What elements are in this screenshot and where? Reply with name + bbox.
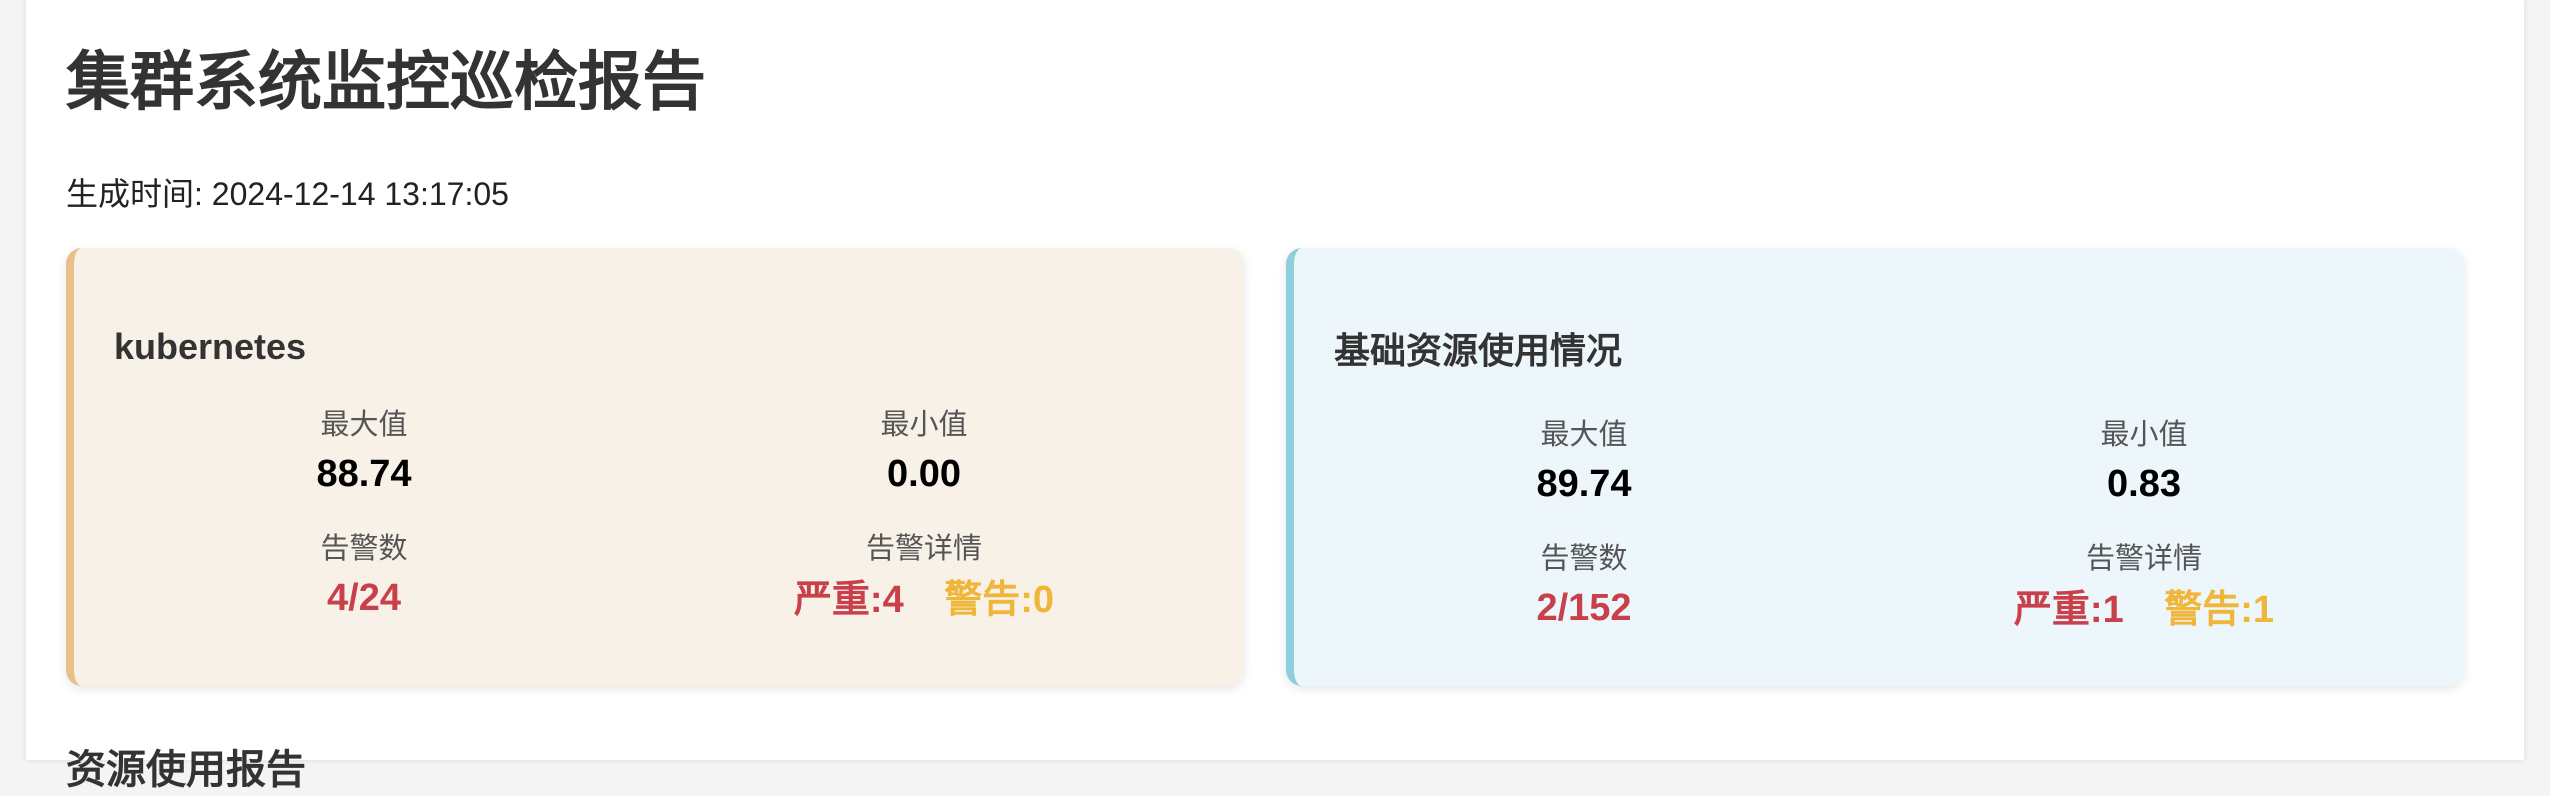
generated-time: 生成时间: 2024-12-14 13:17:05 xyxy=(66,172,509,216)
min-value: 0.83 xyxy=(2107,463,2181,505)
report-page: 集群系统监控巡检报告 生成时间: 2024-12-14 13:17:05 kub… xyxy=(26,0,2524,792)
page-title: 集群系统监控巡检报告 xyxy=(66,46,706,118)
card-title: 基础资源使用情况 xyxy=(1334,330,1623,371)
max-value-stat: 最大值 89.74 xyxy=(1304,416,1864,508)
warning-count: 警告:0 xyxy=(944,579,1055,621)
card-title: kubernetes xyxy=(114,326,307,367)
section-title: 资源使用报告 xyxy=(66,748,306,792)
alert-count-stat: 告警数 2/152 xyxy=(1304,540,1864,632)
min-value: 0.00 xyxy=(887,453,961,495)
max-value: 88.74 xyxy=(316,453,412,495)
min-value-label: 最小值 xyxy=(2100,419,2188,451)
min-value-label: 最小值 xyxy=(880,409,968,441)
max-value-label: 最大值 xyxy=(320,409,408,441)
alert-detail-label: 告警详情 xyxy=(865,533,982,565)
min-value-stat: 最小值 0.00 xyxy=(644,406,1204,498)
alert-detail-values: 严重:1 警告:1 xyxy=(1864,586,2424,634)
warning-count: 警告:1 xyxy=(2164,589,2275,631)
base-resources-summary-card: 基础资源使用情况 最大值 89.74 最小值 0.83 告警数 2/152 告警… xyxy=(1286,248,2464,686)
alert-detail-stat: 告警详情 严重:1 警告:1 xyxy=(1864,540,2424,634)
generated-time-label: 生成时间: xyxy=(66,176,203,212)
alert-count-stat: 告警数 4/24 xyxy=(84,530,644,622)
alert-count-label: 告警数 xyxy=(1540,543,1628,575)
max-value: 89.74 xyxy=(1536,463,1632,505)
kubernetes-summary-card: kubernetes 最大值 88.74 最小值 0.00 告警数 4/24 告… xyxy=(66,248,1244,686)
critical-count: 严重:4 xyxy=(793,579,904,621)
alert-detail-values: 严重:4 警告:0 xyxy=(644,576,1204,624)
critical-count: 严重:1 xyxy=(2013,589,2124,631)
alert-detail-label: 告警详情 xyxy=(2085,543,2202,575)
max-value-stat: 最大值 88.74 xyxy=(84,406,644,498)
max-value-label: 最大值 xyxy=(1540,419,1628,451)
generated-time-value: 2024-12-14 13:17:05 xyxy=(211,176,509,212)
alert-detail-stat: 告警详情 严重:4 警告:0 xyxy=(644,530,1204,624)
alert-count-label: 告警数 xyxy=(320,533,408,565)
alert-count-value: 2/152 xyxy=(1536,587,1632,629)
alert-count-value: 4/24 xyxy=(327,577,401,619)
min-value-stat: 最小值 0.83 xyxy=(1864,416,2424,508)
